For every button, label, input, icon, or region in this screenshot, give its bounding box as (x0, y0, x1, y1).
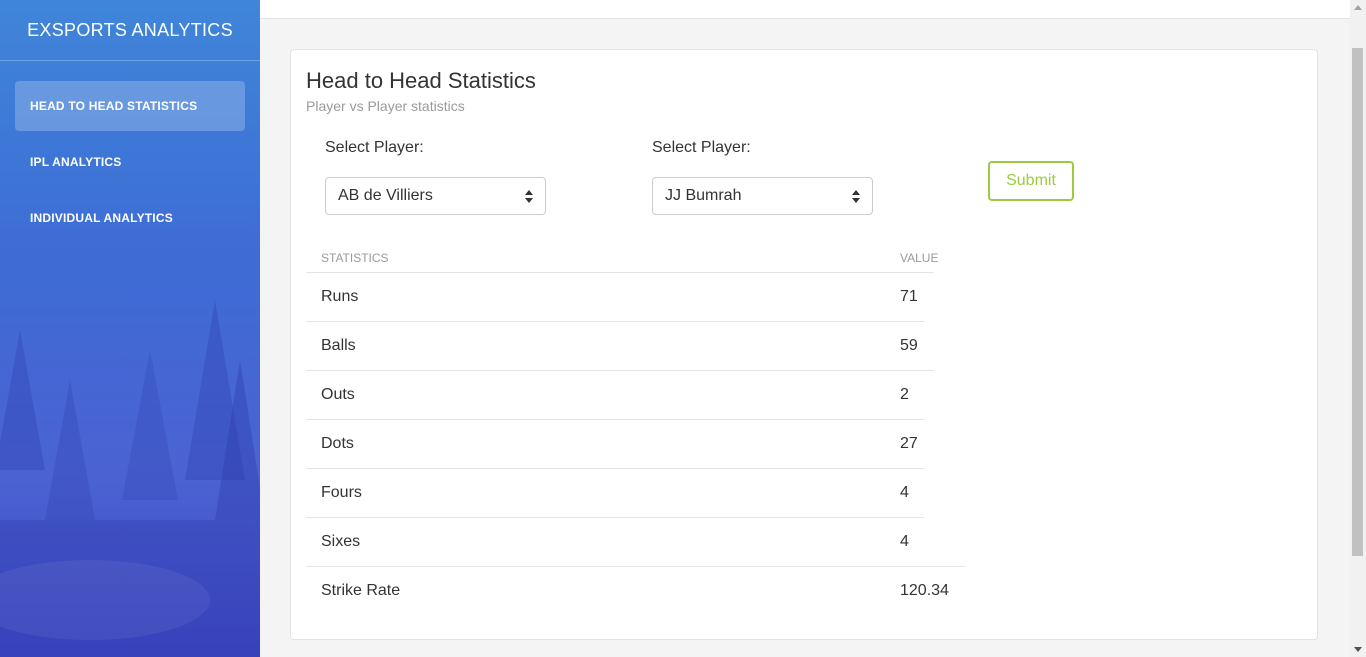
stat-name: Dots (321, 435, 354, 452)
top-navbar (260, 0, 1350, 19)
submit-button[interactable]: Submit (988, 161, 1074, 201)
table-row: Outs 2 (306, 370, 934, 419)
sidebar-item-ipl-analytics[interactable]: IPL ANALYTICS (15, 137, 245, 187)
stat-name: Balls (321, 337, 356, 354)
table-row: Fours 4 (306, 468, 924, 517)
scroll-up-arrow-icon[interactable] (1354, 5, 1362, 10)
page-title: Head to Head Statistics (306, 68, 536, 93)
stat-value: 4 (900, 484, 909, 501)
player1-selected-value: AB de Villiers (338, 187, 433, 204)
table-row: Dots 27 (306, 419, 924, 468)
select-caret-icon (525, 190, 533, 204)
sidebar: EXSPORTS ANALYTICS HEAD TO HEAD STATISTI… (0, 0, 260, 657)
table-row: Sixes 4 (306, 517, 924, 566)
table-header-value: VALUE (900, 251, 939, 265)
stat-value: 2 (900, 386, 909, 403)
player2-label: Select Player: (652, 139, 751, 156)
select-caret-icon (852, 190, 860, 204)
player1-select[interactable]: AB de Villiers (325, 177, 546, 215)
stat-value: 59 (900, 337, 918, 354)
sidebar-item-individual-analytics[interactable]: INDIVIDUAL ANALYTICS (15, 193, 245, 243)
sidebar-nav: HEAD TO HEAD STATISTICS IPL ANALYTICS IN… (15, 81, 245, 249)
vertical-scrollbar[interactable] (1350, 0, 1366, 657)
player2-selected-value: JJ Bumrah (665, 187, 742, 204)
statistics-card: Head to Head Statistics Player vs Player… (290, 49, 1318, 640)
table-row: Runs 71 (306, 272, 934, 321)
player1-label: Select Player: (325, 139, 424, 156)
player2-select[interactable]: JJ Bumrah (652, 177, 873, 215)
stat-value: 120.34 (900, 582, 949, 599)
table-row: Balls 59 (306, 321, 924, 370)
stat-name: Sixes (321, 533, 361, 550)
stat-name: Runs (321, 288, 359, 305)
stat-name: Fours (321, 484, 362, 501)
scroll-down-arrow-icon[interactable] (1354, 647, 1362, 652)
stat-name: Outs (321, 386, 355, 403)
table-row: Strike Rate 120.34 (306, 566, 965, 615)
table-header-statistics: STATISTICS (321, 251, 389, 265)
brand-title[interactable]: EXSPORTS ANALYTICS (0, 0, 260, 61)
page-subtitle: Player vs Player statistics (306, 98, 465, 114)
sidebar-item-head-to-head-statistics[interactable]: HEAD TO HEAD STATISTICS (15, 81, 245, 131)
stat-name: Strike Rate (321, 582, 401, 599)
scrollbar-thumb[interactable] (1352, 48, 1363, 556)
stat-value: 71 (900, 288, 918, 305)
stat-value: 4 (900, 533, 909, 550)
stat-value: 27 (900, 435, 918, 452)
